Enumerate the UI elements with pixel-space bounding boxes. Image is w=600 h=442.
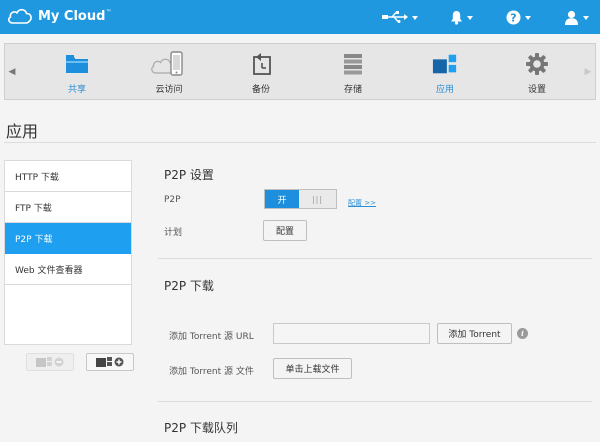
user-menu[interactable]: [564, 7, 589, 27]
bell-icon: [451, 10, 462, 25]
p2p-toggle-on[interactable]: 开: [265, 190, 299, 208]
nav-item-settings[interactable]: 设置: [491, 44, 583, 99]
title-divider: [4, 142, 596, 143]
folder-icon: [64, 52, 90, 76]
p2p-toggle-off[interactable]: |||: [299, 190, 336, 208]
sidebar-item-label: P2P 下载: [15, 234, 53, 245]
storage-icon: [340, 52, 366, 76]
sidebar-item-label: FTP 下载: [15, 203, 52, 214]
sidebar-item-label: HTTP 下载: [15, 172, 59, 183]
nav-label-apps: 应用: [435, 85, 454, 95]
p2p-config-link[interactable]: 配置 >>: [348, 198, 376, 208]
sidebar-item-ftp-download[interactable]: FTP 下载: [5, 192, 131, 223]
info-icon[interactable]: i: [517, 328, 528, 339]
backup-icon: [248, 52, 274, 76]
add-app-icon: [96, 357, 124, 367]
apps-icon: [432, 52, 458, 76]
nav-item-share[interactable]: 共享: [31, 44, 123, 99]
p2p-settings-title: P2P 设置: [164, 168, 214, 182]
nav-item-apps[interactable]: 应用: [399, 44, 491, 99]
schedule-config-button[interactable]: 配置: [263, 220, 307, 241]
schedule-label: 计划: [164, 228, 183, 238]
help-caret-icon: [525, 16, 531, 20]
usb-icon: [382, 11, 408, 23]
gear-icon: [524, 52, 550, 76]
sidebar-item-web-file-viewer[interactable]: Web 文件查看器: [5, 254, 131, 285]
app-name: My Cloud™: [38, 8, 112, 24]
usb-menu[interactable]: [382, 7, 418, 27]
sidebar-item-label: Web 文件查看器: [15, 265, 83, 276]
add-torrent-button[interactable]: 添加 Torrent: [437, 323, 512, 344]
p2p-label: P2P: [164, 195, 181, 205]
upload-file-button[interactable]: 单击上载文件: [273, 358, 352, 379]
svg-text:?: ?: [510, 11, 516, 24]
user-icon: [565, 10, 578, 25]
cloud-logo-icon: [7, 8, 32, 24]
page-title: 应用: [6, 122, 39, 141]
sidebar-item-p2p-download[interactable]: P2P 下载: [5, 223, 131, 254]
nav-item-storage[interactable]: 存储: [307, 44, 399, 99]
help-menu[interactable]: ?: [506, 7, 531, 27]
top-bar: My Cloud™ ?: [0, 0, 600, 34]
add-app-button[interactable]: [86, 353, 134, 371]
sidebar-item-http-download[interactable]: HTTP 下载: [5, 161, 131, 192]
nav-label-share: 共享: [67, 85, 86, 95]
usb-caret-icon: [412, 16, 418, 20]
p2p-download-title: P2P 下载: [164, 279, 214, 293]
nav-left-arrow-icon[interactable]: ◀: [5, 44, 19, 99]
remove-app-button[interactable]: [26, 353, 74, 371]
remove-app-icon: [36, 357, 64, 367]
nav-label-storage: 存储: [343, 85, 362, 95]
bell-caret-icon: [467, 16, 473, 20]
nav-label-settings: 设置: [527, 85, 546, 95]
nav-items: 共享 云访问 备份 存储 应用 设置: [31, 44, 583, 99]
nav-label-backup: 备份: [251, 85, 270, 95]
nav-item-backup[interactable]: 备份: [215, 44, 307, 99]
main-nav: ◀ 共享 云访问 备份 存储 应用 设置 ▶: [4, 43, 596, 100]
torrent-url-label: 添加 Torrent 源 URL: [169, 332, 254, 342]
app-sidebar: HTTP 下载 FTP 下载 P2P 下载 Web 文件查看器: [4, 160, 132, 345]
p2p-queue-title: P2P 下载队列: [164, 421, 238, 435]
nav-label-cloud-access: 云访问: [155, 85, 183, 95]
p2p-toggle[interactable]: 开 |||: [264, 189, 337, 209]
torrent-url-input[interactable]: [273, 323, 430, 344]
notifications-menu[interactable]: [450, 7, 473, 27]
app-logo[interactable]: My Cloud™: [6, 6, 111, 26]
nav-item-cloud-access[interactable]: 云访问: [123, 44, 215, 99]
section-divider: [158, 401, 592, 402]
cloud-device-icon: [150, 51, 188, 76]
user-caret-icon: [583, 16, 589, 20]
section-divider: [158, 258, 592, 259]
help-icon: ?: [506, 10, 521, 24]
torrent-file-label: 添加 Torrent 源 文件: [169, 367, 254, 377]
nav-right-arrow-icon[interactable]: ▶: [581, 44, 595, 99]
